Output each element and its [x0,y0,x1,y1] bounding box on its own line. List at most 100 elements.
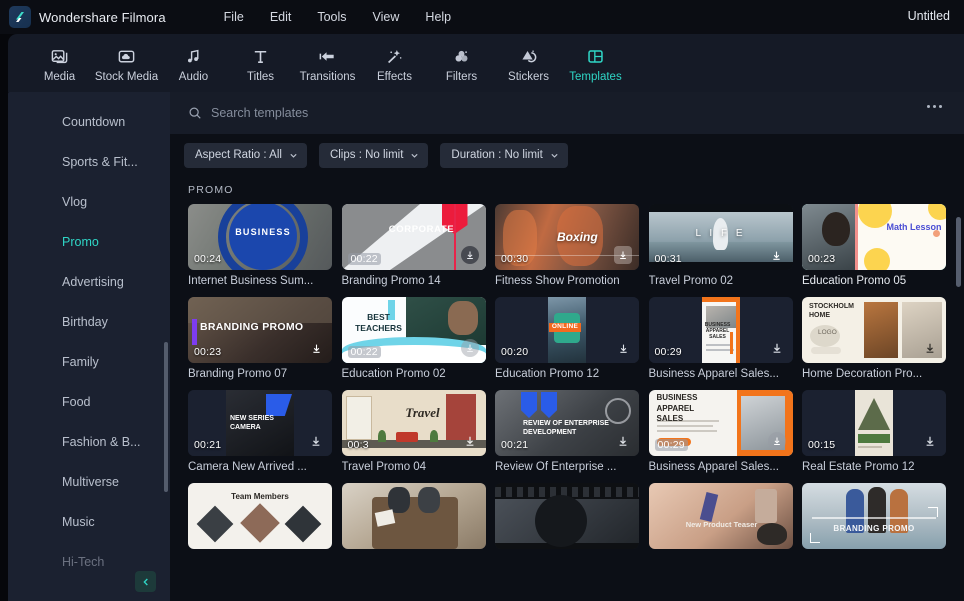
template-card[interactable]: Travel 00:3 Travel Promo 04 [341,390,486,473]
menu-tools[interactable]: Tools [304,6,359,28]
template-thumbnail[interactable]: Boxing 00:30 [495,204,639,270]
main-toolbar: Media Stock Media Audio Titles Transitio… [8,34,964,92]
search-input[interactable] [211,106,611,120]
download-icon[interactable] [767,432,786,450]
sidebar-item-family[interactable]: Family [8,342,170,382]
menu-view[interactable]: View [360,6,413,28]
template-card[interactable] [341,483,486,554]
template-title: Internet Business Sum... [188,275,314,287]
sidebar-item-promo[interactable]: Promo [8,222,170,262]
menu-help[interactable]: Help [412,6,464,28]
template-thumbnail[interactable]: New Product Teaser [648,483,793,549]
download-icon[interactable] [460,339,479,357]
template-card[interactable]: ONLINE 00:20 Education Promo 12 [495,297,639,380]
filter-duration[interactable]: Duration : No limit [440,142,568,168]
template-thumbnail[interactable]: Team Members [188,483,332,549]
download-icon[interactable] [614,246,632,264]
download-icon[interactable] [461,432,479,450]
download-icon[interactable] [307,432,325,450]
template-thumbnail[interactable]: Math Lesson 00:23 [802,204,946,270]
filter-aspect-ratio[interactable]: Aspect Ratio : All [184,142,307,168]
template-thumbnail[interactable]: BUSINESS 00:24 [188,204,332,270]
titles-text-icon [251,46,270,68]
download-icon[interactable] [460,246,479,264]
content-scrollbar[interactable] [956,217,961,287]
template-card[interactable]: BEST TEACHERS 00:22 Education Promo 02 [341,297,486,380]
toolbar-tab-stickers[interactable]: Stickers [495,44,562,83]
template-thumbnail[interactable]: REVIEW OF ENTERPRISE DEVELOPMENT 00:21 [495,390,639,456]
sidebar-item-sports-fitness[interactable]: Sports & Fit... [8,142,170,182]
template-title: Fitness Show Promotion [495,275,620,287]
template-card[interactable]: NEW SERIES CAMERA 00:21 Camera New Arriv… [188,390,332,473]
download-icon[interactable] [307,339,325,357]
template-thumbnail[interactable]: STOCKHOLM HOME LOGO [802,297,946,363]
template-card[interactable]: BUSINESS 00:24 Internet Business Sum... [188,204,332,287]
template-card[interactable]: 00:15 Real Estate Promo 12 [802,390,946,473]
template-card[interactable]: STOCKHOLM HOME LOGO Home Decoration Pro.… [802,297,946,380]
sidebar-scrollbar[interactable] [164,342,168,492]
template-card[interactable]: BRANDING PROMO 00:23 Branding Promo 07 [188,297,332,380]
sidebar-item-advertising[interactable]: Advertising [8,262,170,302]
menu-edit[interactable]: Edit [257,6,305,28]
thumbnail-caption: NEW SERIES CAMERA [230,415,274,431]
toolbar-tab-templates[interactable]: Templates [562,44,629,83]
menu-file[interactable]: File [211,6,257,28]
template-card[interactable]: BUSINESS APPAREL SALES 00:29 Business Ap… [648,297,793,380]
template-thumbnail[interactable] [341,483,486,549]
template-thumbnail[interactable]: ONLINE 00:20 [495,297,639,363]
sidebar-item-birthday[interactable]: Birthday [8,302,170,342]
filmora-logo-icon [9,6,31,28]
download-icon[interactable] [921,339,939,357]
filter-clips[interactable]: Clips : No limit [318,142,429,168]
template-card[interactable]: BRANDING PROMO [802,483,946,554]
template-card[interactable]: Math Lesson 00:23 Education Promo 05 [802,204,946,287]
template-thumbnail[interactable]: L I F E 00:31 [648,204,793,270]
thumbnail-caption: BUSINESS APPAREL SALES [656,393,698,423]
template-thumbnail[interactable]: BEST TEACHERS 00:22 [341,297,486,363]
sidebar-item-countdown[interactable]: Countdown [8,102,170,142]
template-thumbnail[interactable]: NEW SERIES CAMERA 00:21 [188,390,332,456]
download-icon[interactable] [768,246,786,264]
template-title: Education Promo 02 [341,368,446,380]
toolbar-tab-media[interactable]: Media [26,44,93,83]
toolbar-tab-stock-media[interactable]: Stock Media [93,44,160,83]
sidebar-item-food[interactable]: Food [8,382,170,422]
toolbar-tab-titles[interactable]: Titles [227,44,294,83]
toolbar-tab-effects[interactable]: Effects [361,44,428,83]
template-title: Travel Promo 02 [648,275,734,287]
template-thumbnail[interactable]: BUSINESS APPAREL SALES 00:29 [648,390,793,456]
more-options-icon[interactable] [927,105,942,108]
template-card[interactable]: L I F E 00:31 Travel Promo 02 [648,204,793,287]
download-icon[interactable] [921,432,939,450]
template-card[interactable]: BUSINESS APPAREL SALES 00:29 Business Ap… [648,390,793,473]
template-card[interactable] [495,483,639,554]
templates-layout-icon [586,46,605,68]
template-thumbnail[interactable]: Travel 00:3 [341,390,486,456]
template-card[interactable]: CORPORATE 00:22 Branding Promo 14 [341,204,486,287]
sidebar-collapse-button[interactable] [135,571,156,592]
template-thumbnail[interactable]: 00:15 [802,390,946,456]
download-icon[interactable] [614,339,632,357]
toolbar-tab-filters[interactable]: Filters [428,44,495,83]
template-thumbnail[interactable]: BRANDING PROMO 00:23 [188,297,332,363]
duration-badge: 00:29 [654,346,682,358]
sidebar-item-multiverse[interactable]: Multiverse [8,462,170,502]
template-thumbnail[interactable]: CORPORATE 00:22 [341,204,486,270]
sidebar-item-fashion-beauty[interactable]: Fashion & B... [8,422,170,462]
sidebar-item-music[interactable]: Music [8,502,170,542]
template-card[interactable]: Team Members [188,483,332,554]
template-thumbnail[interactable]: BRANDING PROMO [802,483,946,549]
filter-label: Duration : No limit [451,149,543,161]
download-icon[interactable] [614,432,632,450]
template-card[interactable]: Boxing 00:30 Fitness Show Promotion [495,204,639,287]
template-thumbnail[interactable] [495,483,639,549]
template-card[interactable]: REVIEW OF ENTERPRISE DEVELOPMENT 00:21 R… [495,390,639,473]
template-thumbnail[interactable]: BUSINESS APPAREL SALES 00:29 [648,297,793,363]
toolbar-tab-audio[interactable]: Audio [160,44,227,83]
download-icon[interactable] [768,339,786,357]
sidebar-item-vlog[interactable]: Vlog [8,182,170,222]
duration-badge: 00:31 [654,253,682,265]
templates-panel: Countdown Sports & Fit... Vlog Promo Adv… [8,92,964,601]
toolbar-tab-transitions[interactable]: Transitions [294,44,361,83]
template-card[interactable]: New Product Teaser [648,483,793,554]
